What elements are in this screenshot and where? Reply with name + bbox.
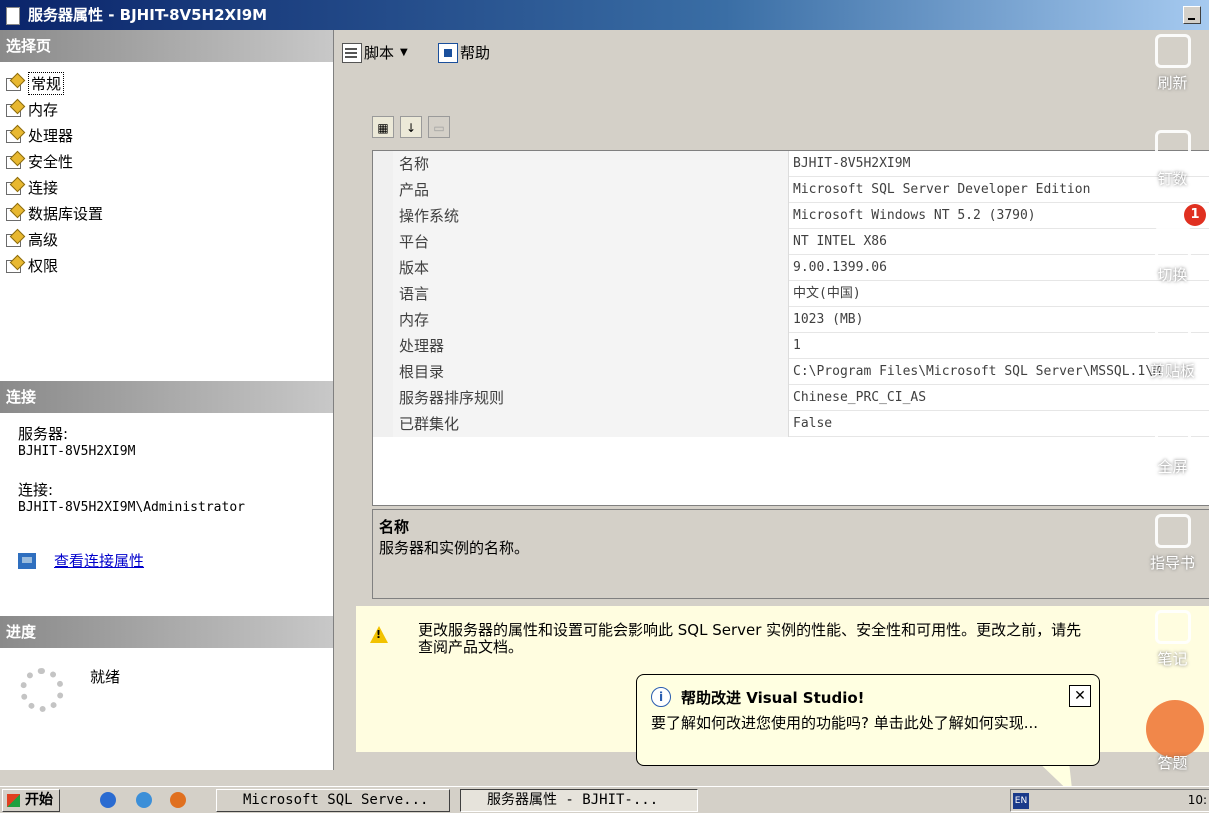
description-title: 名称 bbox=[379, 518, 410, 536]
property-row[interactable]: 操作系统 Microsoft Windows NT 5.2 (3790) bbox=[373, 203, 1209, 229]
taskbar: 开始 Microsoft SQL Serve... 服务器属性 - BJHIT-… bbox=[0, 786, 1209, 813]
title-bar: 服务器属性 - BJHIT-8V5H2XI9M bbox=[0, 0, 1209, 30]
sort-alphabetical-icon[interactable]: ↓ bbox=[400, 116, 422, 138]
page-icon bbox=[6, 101, 22, 117]
property-row[interactable]: 版本 9.00.1399.06 bbox=[373, 255, 1209, 281]
nav-item-general[interactable]: 常规 bbox=[6, 70, 103, 96]
server-label: 服务器: bbox=[18, 425, 69, 443]
warning-icon bbox=[370, 626, 388, 643]
nav-item-database-settings[interactable]: 数据库设置 bbox=[6, 200, 103, 226]
page-icon bbox=[6, 75, 22, 91]
property-row[interactable]: 名称 BJHIT-8V5H2XI9M bbox=[373, 151, 1209, 177]
nav-item-advanced[interactable]: 高级 bbox=[6, 226, 103, 252]
property-row[interactable]: 内存 1023 (MB) bbox=[373, 307, 1209, 333]
left-pane: 选择页 常规 内存 处理器 安全性 连接 数据库设置 高级 权限 连接 服务器:… bbox=[0, 30, 334, 770]
nav-item-memory[interactable]: 内存 bbox=[6, 96, 103, 122]
page-icon bbox=[6, 179, 22, 195]
page-icon bbox=[6, 127, 22, 143]
connection-header: 连接 bbox=[0, 381, 333, 413]
description-text: 服务器和实例的名称。 bbox=[379, 539, 530, 557]
info-icon: i bbox=[651, 687, 671, 707]
property-row[interactable]: 平台 NT INTEL X86 bbox=[373, 229, 1209, 255]
switch-icon bbox=[1154, 226, 1191, 260]
clipboard-tool[interactable]: 剪贴板 bbox=[1136, 322, 1209, 381]
property-row[interactable]: 处理器 1 bbox=[373, 333, 1209, 359]
switch-tool[interactable]: 切换 bbox=[1136, 226, 1209, 285]
categorized-view-icon[interactable]: ▦ bbox=[372, 116, 394, 138]
property-row[interactable]: 语言 中文(中国) bbox=[373, 281, 1209, 307]
pin-icon bbox=[1154, 130, 1191, 164]
ie-icon[interactable] bbox=[100, 792, 116, 808]
property-pages-icon[interactable]: ▭ bbox=[428, 116, 450, 138]
connection-label: 连接: bbox=[18, 481, 54, 499]
script-button[interactable]: 脚本 ▼ bbox=[342, 42, 408, 63]
page-nav-list: 常规 内存 处理器 安全性 连接 数据库设置 高级 权限 bbox=[6, 70, 103, 278]
help-label: 帮助 bbox=[460, 44, 491, 62]
status-text: 就绪 bbox=[90, 668, 121, 686]
property-grid-toolbar: ▦ ↓ ▭ bbox=[372, 116, 450, 138]
notification-badge: 1 bbox=[1184, 204, 1206, 226]
language-indicator[interactable]: EN bbox=[1013, 793, 1029, 809]
help-button[interactable]: 帮助 bbox=[438, 42, 490, 63]
refresh-icon bbox=[1154, 34, 1191, 68]
chevron-down-icon[interactable]: ▼ bbox=[400, 47, 408, 58]
floating-sidebar: 刷新 钉数 切换 剪贴板 全屏 指导书 笔记 bbox=[1136, 30, 1209, 770]
nav-item-connections[interactable]: 连接 bbox=[6, 174, 103, 200]
connection-properties-icon bbox=[18, 552, 36, 569]
toolbar: 脚本 ▼ 帮助 bbox=[334, 30, 1209, 72]
book-icon bbox=[1154, 514, 1191, 548]
task-sql-server[interactable]: Microsoft SQL Serve... bbox=[216, 789, 450, 812]
script-label: 脚本 bbox=[364, 44, 395, 62]
start-button[interactable]: 开始 bbox=[2, 789, 60, 812]
warning-line-1: 更改服务器的属性和设置可能会影响此 SQL Server 实例的性能、安全性和可… bbox=[418, 621, 1082, 639]
fullscreen-tool[interactable]: 全屏 bbox=[1136, 418, 1209, 477]
property-row[interactable]: 已群集化 False bbox=[373, 411, 1209, 437]
pin-tool[interactable]: 钉数 bbox=[1136, 130, 1209, 189]
connection-value: BJHIT-8V5H2XI9M\Administrator bbox=[18, 500, 245, 515]
page-icon bbox=[6, 257, 22, 273]
warning-text: 更改服务器的属性和设置可能会影响此 SQL Server 实例的性能、安全性和可… bbox=[418, 622, 1208, 656]
close-icon[interactable]: ✕ bbox=[1069, 685, 1091, 707]
firefox-icon[interactable] bbox=[170, 792, 186, 808]
description-pane: 名称 服务器和实例的名称。 bbox=[372, 509, 1209, 599]
nav-item-permissions[interactable]: 权限 bbox=[6, 252, 103, 278]
warning-line-2: 查阅产品文档。 bbox=[418, 638, 524, 656]
clock: 10: bbox=[1187, 793, 1207, 807]
window-title: 服务器属性 - BJHIT-8V5H2XI9M bbox=[28, 6, 268, 24]
balloon-body[interactable]: 要了解如何改进您使用的功能吗? 单击此处了解如何实现... bbox=[651, 713, 1091, 733]
property-row[interactable]: 服务器排序规则 Chinese_PRC_CI_AS bbox=[373, 385, 1209, 411]
refresh-tool[interactable]: 刷新 bbox=[1136, 34, 1209, 93]
page-icon bbox=[6, 231, 22, 247]
help-improve-balloon[interactable]: i 帮助改进 Visual Studio! ✕ 要了解如何改进您使用的功能吗? … bbox=[636, 674, 1100, 766]
scissors-icon bbox=[1154, 322, 1191, 356]
guide-tool[interactable]: 指导书 bbox=[1136, 514, 1209, 573]
view-connection-properties[interactable]: 查看连接属性 bbox=[18, 550, 144, 571]
answer-tool-icon[interactable] bbox=[1146, 700, 1204, 758]
fullscreen-icon bbox=[1154, 418, 1191, 452]
system-tray: EN 10: bbox=[1010, 789, 1209, 812]
page-icon bbox=[6, 205, 22, 221]
window-icon bbox=[6, 7, 20, 25]
pencil-icon bbox=[1154, 610, 1191, 644]
script-icon bbox=[342, 42, 362, 63]
desktop-icon[interactable] bbox=[136, 792, 152, 808]
property-row[interactable]: 根目录 C:\Program Files\Microsoft SQL Server… bbox=[373, 359, 1209, 385]
view-connection-properties-link[interactable]: 查看连接属性 bbox=[54, 550, 144, 571]
progress-spinner-icon bbox=[20, 668, 64, 712]
minimize-button[interactable] bbox=[1183, 6, 1201, 24]
nav-item-processor[interactable]: 处理器 bbox=[6, 122, 103, 148]
progress-header: 进度 bbox=[0, 616, 333, 648]
page-icon bbox=[6, 153, 22, 169]
connection-info: 服务器: BJHIT-8V5H2XI9M 连接: BJHIT-8V5H2XI9M… bbox=[18, 425, 245, 517]
balloon-title: 帮助改进 Visual Studio! bbox=[681, 689, 865, 707]
property-row[interactable]: 产品 Microsoft SQL Server Developer Edition bbox=[373, 177, 1209, 203]
nav-item-security[interactable]: 安全性 bbox=[6, 148, 103, 174]
notes-tool[interactable]: 笔记 bbox=[1136, 610, 1209, 669]
answer-tool-label[interactable]: 答题 bbox=[1136, 752, 1209, 773]
task-server-properties[interactable]: 服务器属性 - BJHIT-... bbox=[460, 789, 698, 812]
select-page-header: 选择页 bbox=[0, 30, 333, 62]
server-value: BJHIT-8V5H2XI9M bbox=[18, 444, 136, 459]
property-grid: 名称 BJHIT-8V5H2XI9M 产品 Microsoft SQL Server… bbox=[372, 150, 1209, 506]
help-icon bbox=[438, 42, 458, 63]
